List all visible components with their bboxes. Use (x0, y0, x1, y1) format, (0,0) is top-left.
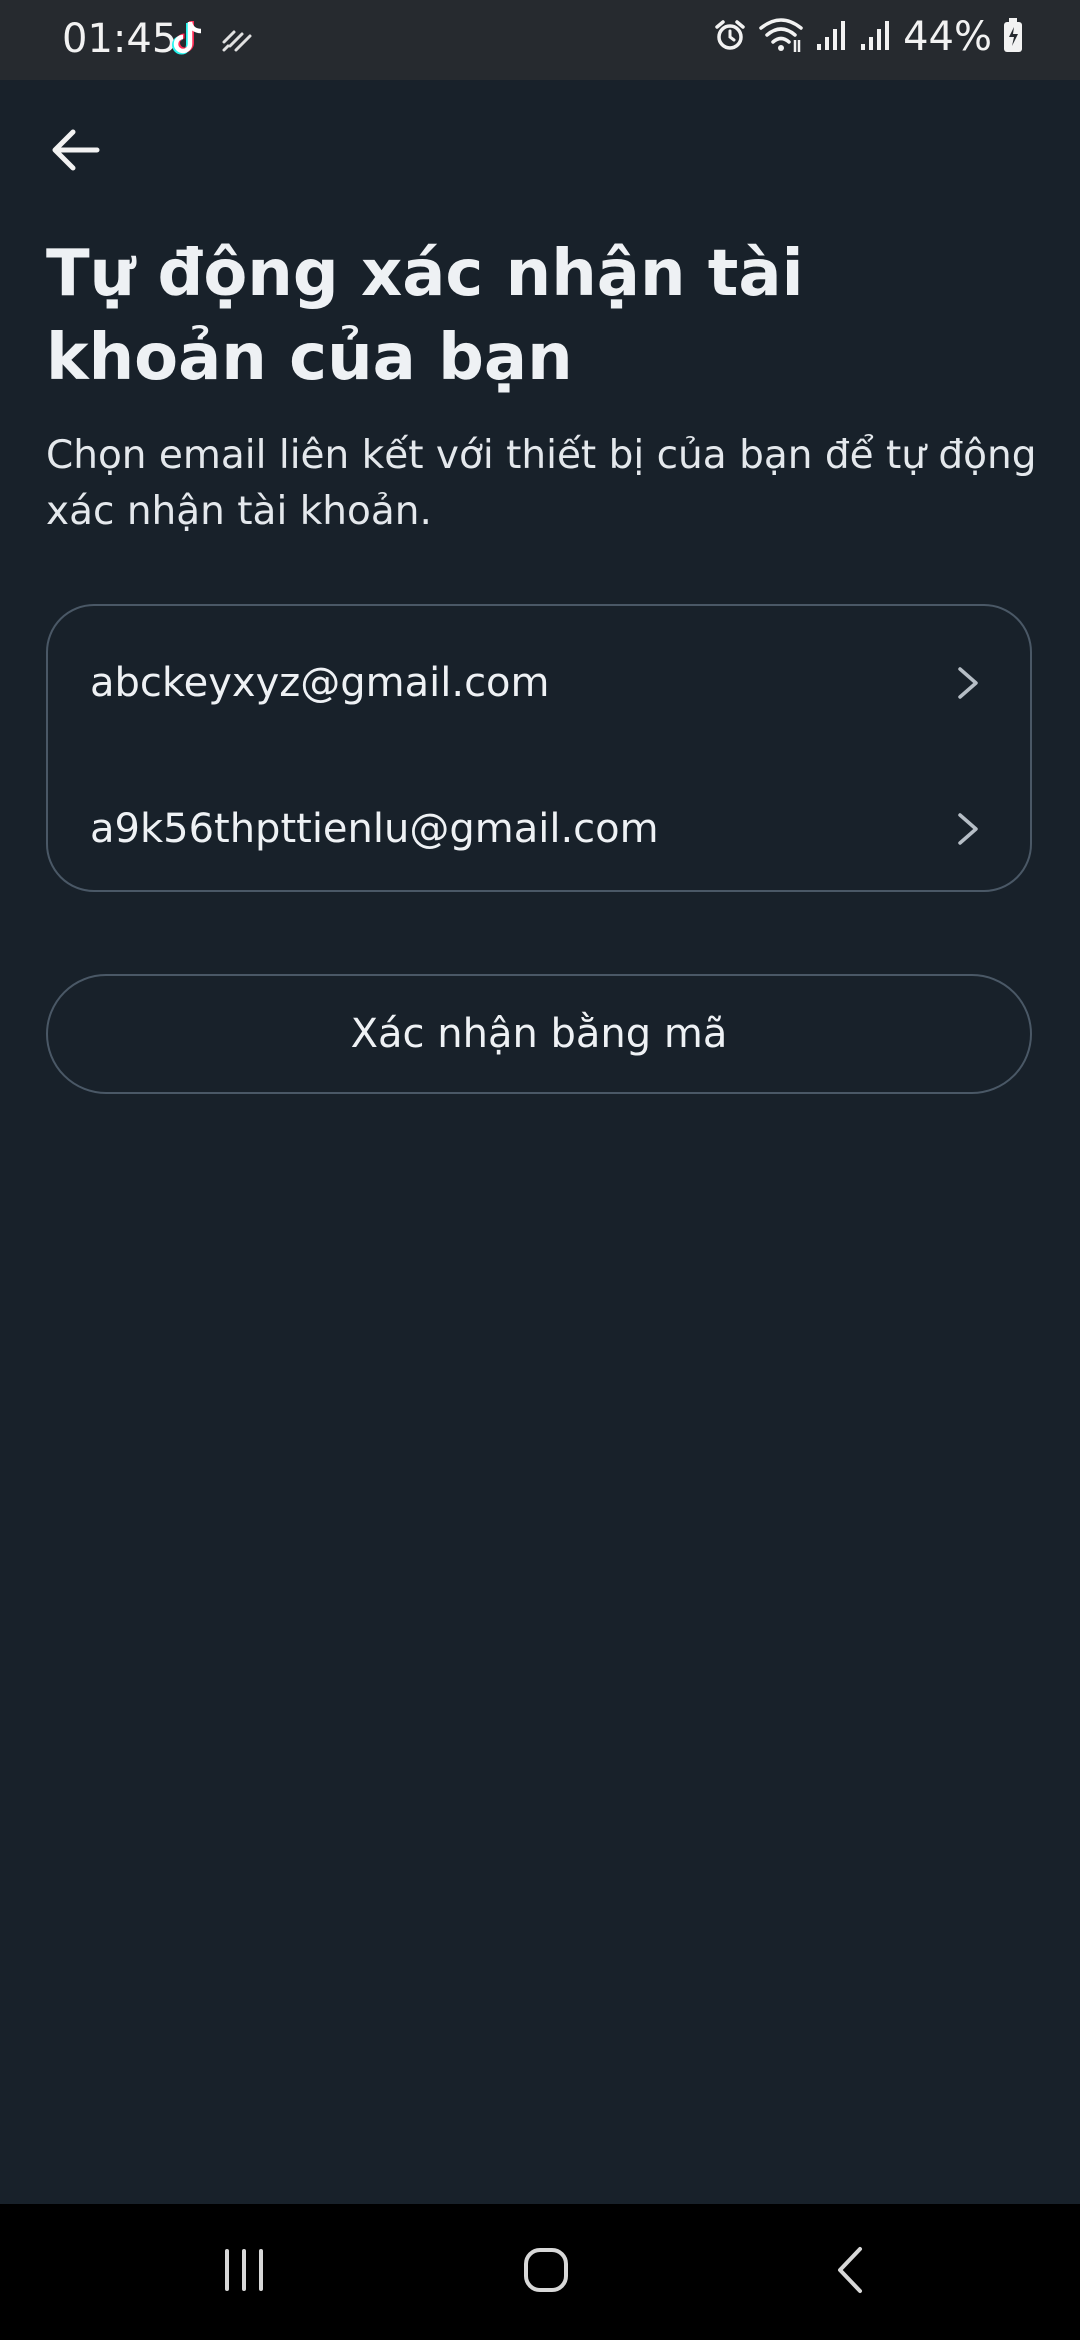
system-back-button[interactable] (810, 2240, 890, 2304)
email-list-card: abckeyxyz@gmail.com a9k56thpttienlu@gmai… (46, 604, 1032, 892)
status-bar: 01:45 44% (0, 0, 1080, 80)
alarm-icon (713, 18, 747, 56)
recents-icon (219, 2247, 269, 2297)
back-icon (830, 2245, 870, 2299)
status-time: 01:45 (62, 16, 178, 62)
signal-icon (859, 18, 893, 56)
email-address: abckeyxyz@gmail.com (90, 660, 550, 706)
system-nav-bar (0, 2204, 1080, 2340)
back-button[interactable] (40, 122, 110, 182)
chevron-right-icon (954, 663, 982, 703)
status-system-icons: 44% (713, 14, 1024, 60)
page-subtitle: Chọn email liên kết với thiết bị của bạn… (46, 433, 1037, 534)
home-icon (521, 2245, 571, 2299)
email-address: a9k56thpttienlu@gmail.com (90, 806, 659, 852)
status-notification-icons (172, 20, 254, 62)
signal-icon (815, 18, 849, 56)
tiktok-icon (172, 20, 206, 62)
confirm-by-code-label: Xác nhận bằng mã (350, 1011, 728, 1057)
battery-icon (1002, 17, 1024, 57)
recents-button[interactable] (204, 2240, 284, 2304)
email-option[interactable]: a9k56thpttienlu@gmail.com (48, 764, 1030, 894)
home-button[interactable] (506, 2240, 586, 2304)
wifi-icon (757, 16, 805, 58)
battery-percent: 44% (903, 14, 992, 60)
arrow-left-icon (49, 128, 101, 176)
email-option[interactable]: abckeyxyz@gmail.com (48, 618, 1030, 748)
chevron-right-icon (954, 809, 982, 849)
confirm-by-code-button[interactable]: Xác nhận bằng mã (46, 974, 1032, 1094)
page-title: Tự động xác nhận tài khoản của bạn (46, 237, 804, 395)
sync-icon (220, 24, 254, 58)
